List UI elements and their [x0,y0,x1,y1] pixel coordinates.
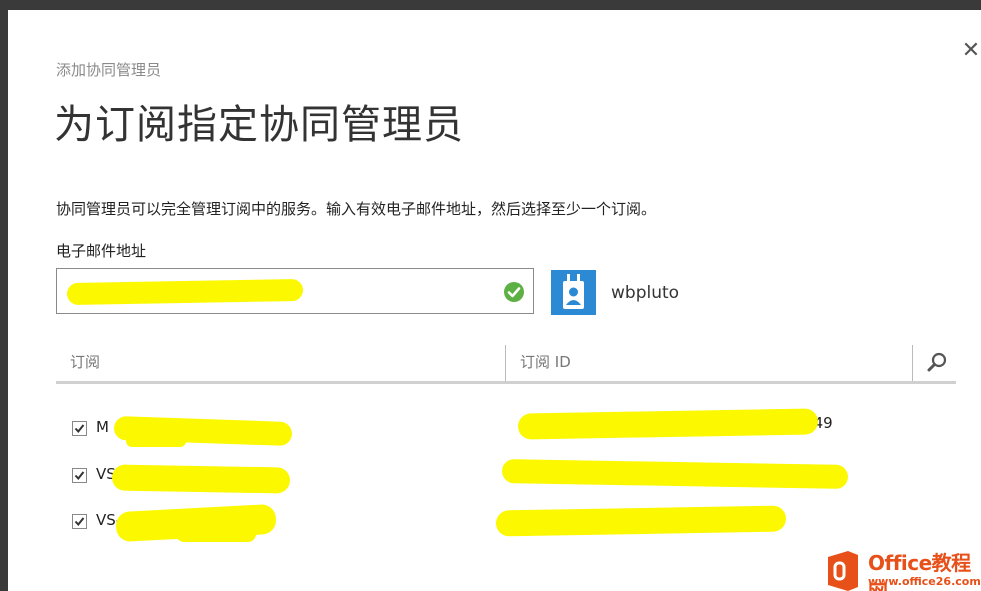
office-logo-icon [828,551,858,591]
email-field[interactable] [56,268,534,314]
redaction-mark [495,505,787,537]
dialog-description: 协同管理员可以完全管理订阅中的服务。输入有效电子邮件地址，然后选择至少一个订阅。 [56,200,657,218]
column-header-subscription[interactable]: 订阅 [70,351,100,372]
close-icon[interactable]: ✕ [960,40,981,62]
watermark-url: www.office26.com [868,575,981,588]
row-checkbox[interactable] [72,514,87,529]
column-header-subscription-id[interactable]: 订阅 ID [520,351,571,372]
redaction-mark [126,435,186,447]
redaction-mark [501,458,849,490]
user-name: wbpluto [611,283,680,303]
subscription-name: M [96,418,109,436]
email-label: 电子邮件地址 [56,242,147,260]
dialog-title: 为订阅指定协同管理员 [54,102,464,148]
row-checkbox[interactable] [72,421,87,436]
redaction-mark [176,526,256,542]
id-badge-icon [551,270,596,315]
search-icon [927,352,947,372]
table-row[interactable]: VS- [56,458,956,494]
table-row[interactable]: VS- -6b32-4081-a547- [56,503,956,543]
subscription-table-header: 订阅 订阅 ID [56,343,956,384]
redaction-mark [66,278,304,306]
check-circle-icon [503,281,525,303]
row-checkbox[interactable] [72,468,87,483]
column-divider [505,345,506,381]
redaction-mark [111,464,291,494]
watermark: Office教程网 www.office26.com [818,545,981,591]
table-row[interactable]: M -fdc3570b-49 [56,408,956,447]
search-button[interactable] [920,347,954,377]
redaction-mark [517,408,819,440]
add-coadmin-dialog: ✕ 添加协同管理员 为订阅指定协同管理员 协同管理员可以完全管理订阅中的服务。输… [8,10,981,591]
dialog-subtitle: 添加协同管理员 [56,61,162,79]
column-divider [912,345,913,381]
